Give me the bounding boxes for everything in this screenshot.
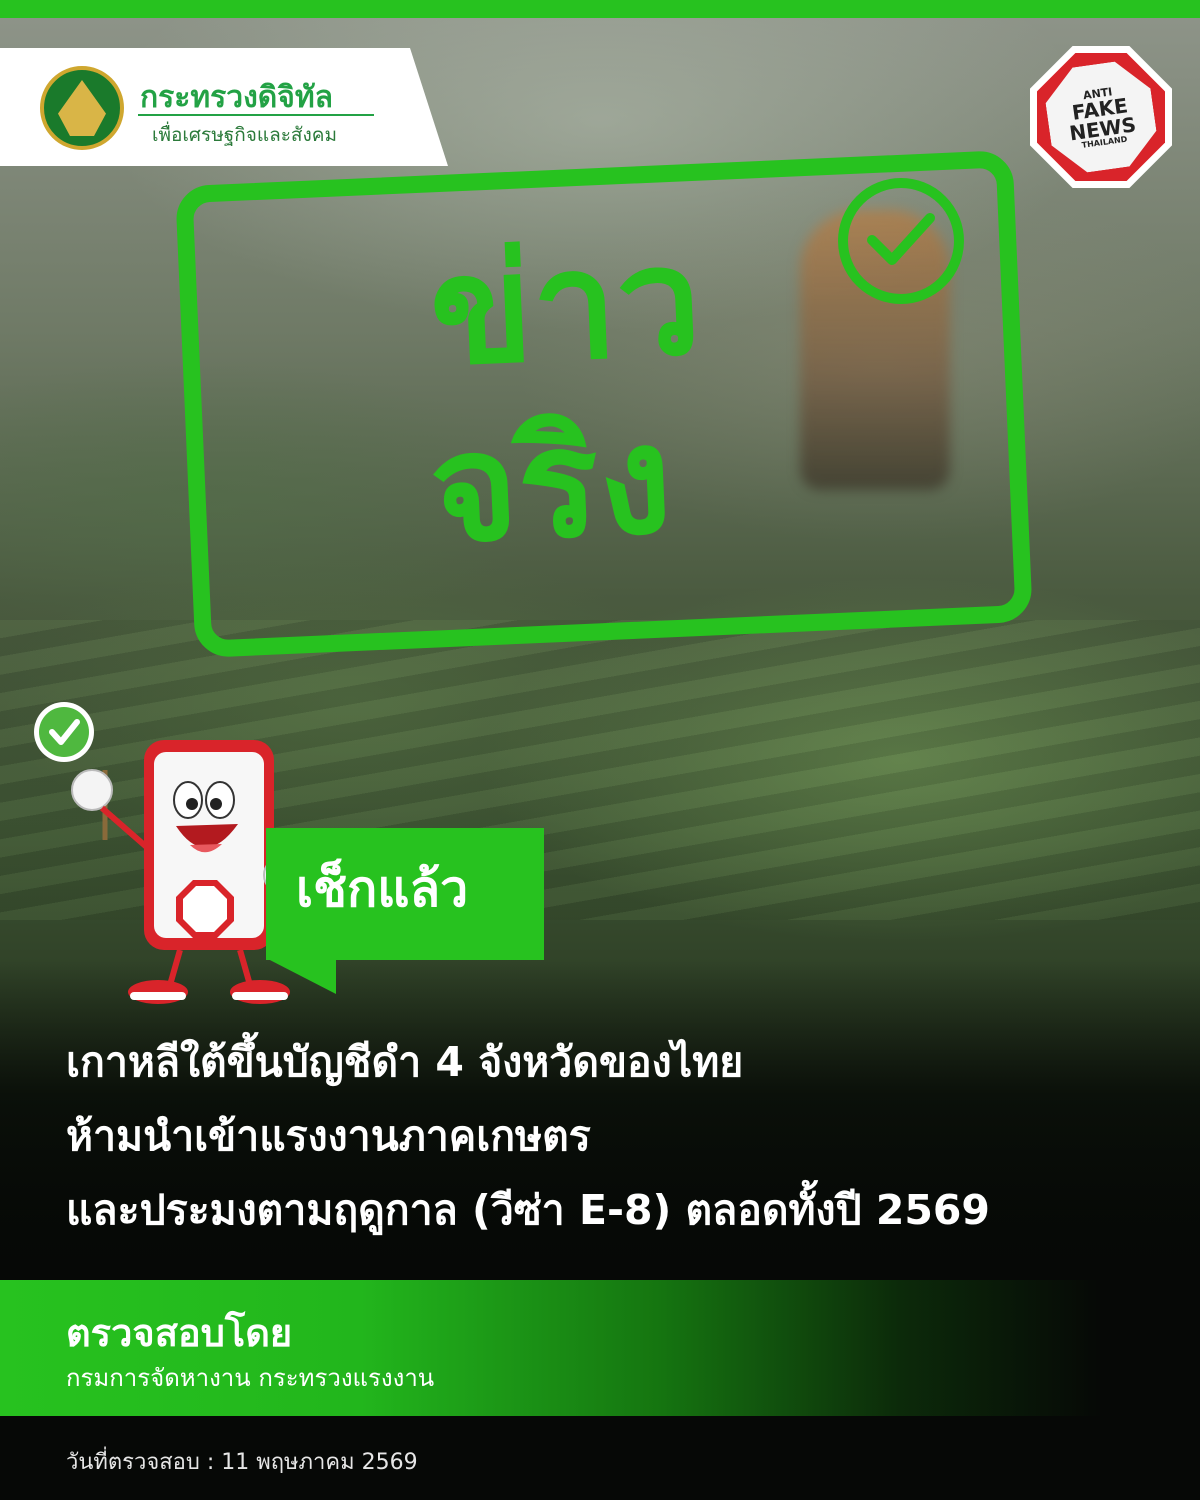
headline-line: ห้ามนำเข้าแรงงานภาคเกษตร xyxy=(66,1112,591,1160)
verified-by-title: ตรวจสอบโดย xyxy=(66,1311,293,1355)
news-headline: เกาหลีใต้ขึ้นบัญชีดำ 4 จังหวัดของไทย ห้า… xyxy=(66,1036,1176,1258)
top-accent-bar xyxy=(0,0,1200,18)
stamp-text-line1: ข่าว xyxy=(426,214,705,400)
fact-check-card: กระทรวงดิจิทัล เพื่อเศรษฐกิจและสังคม ANT… xyxy=(0,0,1200,1500)
checked-badge-label: เช็กแล้ว xyxy=(296,860,469,918)
verification-date: วันที่ตรวจสอบ : 11 พฤษภาคม 2569 xyxy=(66,1450,418,1475)
check-circle-icon xyxy=(838,178,964,304)
stamp-text-line2: จริง xyxy=(426,392,676,578)
headline-line: และประมงตามฤดูกาล (วีซ่า E-8) ตลอดทั้งปี… xyxy=(66,1186,990,1234)
ministry-subtitle: เพื่อเศรษฐกิจและสังคม xyxy=(152,125,338,146)
ministry-name-underline xyxy=(138,114,374,116)
ministry-emblem-icon xyxy=(40,66,124,150)
verifying-organization: กรมการจัดหางาน กระทรวงแรงงาน xyxy=(66,1364,435,1392)
headline-line: เกาหลีใต้ขึ้นบัญชีดำ 4 จังหวัดของไทย xyxy=(66,1038,744,1086)
